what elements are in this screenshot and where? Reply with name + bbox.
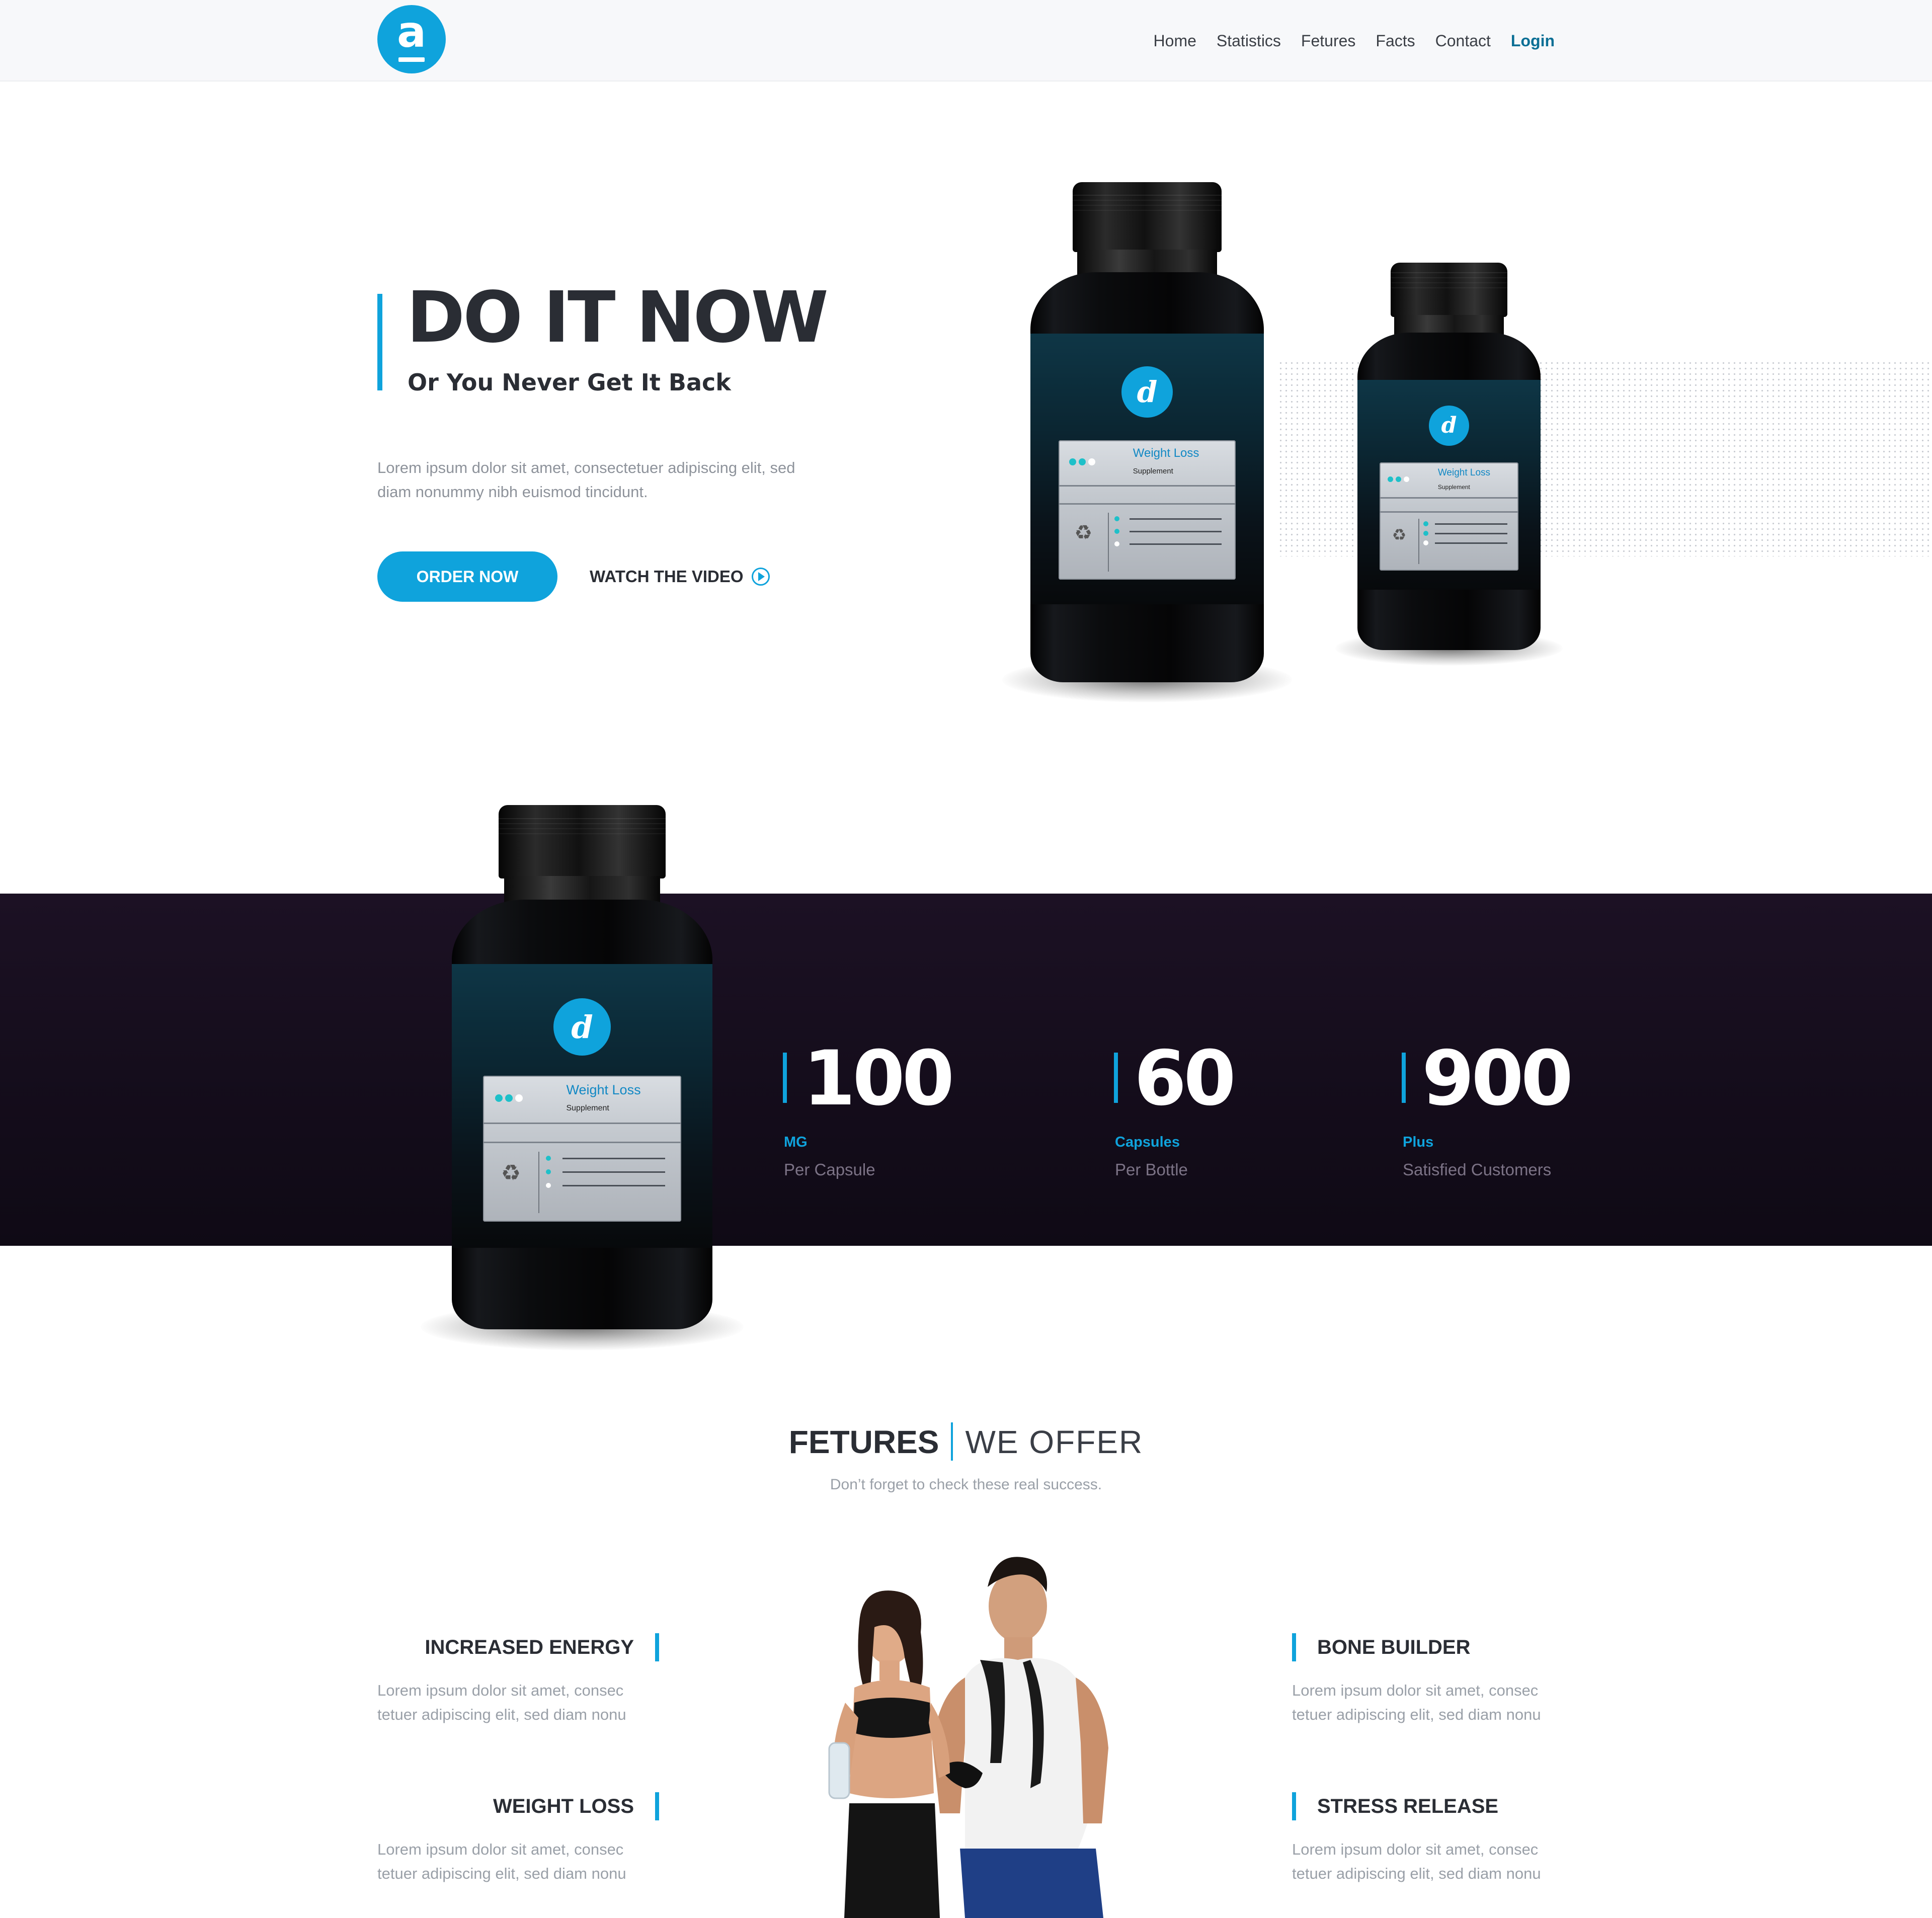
bottle-cap [1072, 182, 1222, 253]
couple-illustration [828, 1557, 1108, 1918]
product-bottle-large: d Weight Loss Supplement ♻ [1002, 182, 1292, 702]
features-heading: FETURES WE OFFER [0, 1421, 1932, 1464]
watch-video-link[interactable]: WATCH THE VIDEO [590, 564, 770, 590]
bottle-body: d Weight Loss Supplement ♻ [1357, 332, 1541, 650]
stat-accent-bar [783, 1053, 787, 1103]
nav-contact[interactable]: Contact [1435, 32, 1491, 50]
nav-statistics[interactable]: Statistics [1217, 32, 1281, 50]
label-bullets [1423, 521, 1508, 545]
label-product-name: Weight Loss [1133, 446, 1199, 460]
feature-item: STRESS RELEASE Lorem ipsum dolor sit ame… [1292, 1792, 1574, 1886]
hero-title: DO IT NOW [407, 277, 829, 359]
bottle-body: d Weight Loss Supplement ♻ [452, 899, 712, 1329]
feature-description: Lorem ipsum dolor sit amet, consec tetue… [377, 1841, 626, 1882]
feature-description: Lorem ipsum dolor sit amet, consec tetue… [377, 1682, 626, 1723]
feature-description: Lorem ipsum dolor sit amet, consec tetue… [1292, 1682, 1541, 1723]
stat-description: Per Bottle [1115, 1160, 1188, 1179]
logo[interactable]: a [377, 5, 446, 73]
feature-title: INCREASED ENERGY [425, 1636, 634, 1658]
play-icon [751, 568, 770, 586]
heading-divider [951, 1422, 953, 1461]
bottle-label: Weight Loss Supplement ♻ [1379, 462, 1519, 571]
stat-value: 60 [1134, 1035, 1236, 1123]
product-bottle-stats: d Weight Loss Supplement ♻ [420, 805, 744, 1350]
main-nav: Home Statistics Fetures Facts Contact Lo… [1154, 28, 1555, 53]
recycle-icon: ♻ [501, 1160, 521, 1186]
product-bottle-small: d Weight Loss Supplement ♻ [1335, 263, 1563, 666]
stat-unit: MG [784, 1134, 808, 1150]
feature-accent-bar [1292, 1792, 1296, 1820]
fitness-couple-image [814, 1552, 1118, 1918]
label-product-type: Supplement [1437, 483, 1470, 491]
hero-description: Lorem ipsum dolor sit amet, consectetuer… [377, 459, 795, 501]
feature-title: STRESS RELEASE [1317, 1795, 1499, 1817]
hero-subtitle: Or You Never Get It Back [408, 369, 731, 396]
feature-description: Lorem ipsum dolor sit amet, consec tetue… [1292, 1841, 1541, 1882]
label-product-name: Weight Loss [1437, 467, 1491, 478]
stat-description: Satisfied Customers [1403, 1160, 1552, 1179]
logo-underline [398, 57, 425, 62]
feature-item: BONE BUILDER Lorem ipsum dolor sit amet,… [1292, 1633, 1574, 1727]
recycle-icon: ♻ [1074, 521, 1093, 544]
stat-description: Per Capsule [784, 1160, 875, 1179]
stat-accent-bar [1114, 1053, 1118, 1103]
feature-title: BONE BUILDER [1317, 1636, 1471, 1658]
recycle-icon: ♻ [1392, 525, 1407, 544]
feature-title: WEIGHT LOSS [493, 1795, 634, 1817]
watch-video-label: WATCH THE VIDEO [590, 567, 744, 586]
label-product-type: Supplement [566, 1103, 609, 1112]
feature-item: WEIGHT LOSS Lorem ipsum dolor sit amet, … [377, 1792, 659, 1886]
feature-accent-bar [1292, 1633, 1296, 1661]
stat-accent-bar [1402, 1053, 1406, 1103]
feature-item: INCREASED ENERGY Lorem ipsum dolor sit a… [377, 1633, 659, 1727]
label-bullets [545, 1155, 666, 1188]
stat-value: 100 [803, 1035, 954, 1123]
features-title-bold: FETURES [788, 1424, 939, 1460]
bottle-badge-icon: d [553, 998, 611, 1056]
stat-unit: Capsules [1115, 1134, 1180, 1150]
label-product-name: Weight Loss [566, 1082, 641, 1097]
label-product-type: Supplement [1133, 467, 1173, 476]
site-header [0, 0, 1932, 82]
stats-section [0, 894, 1932, 1246]
bottle-badge-icon: d [1121, 366, 1173, 418]
bottle-label: Weight Loss Supplement ♻ [483, 1075, 681, 1222]
feature-accent-bar [655, 1792, 659, 1820]
order-now-button[interactable]: ORDER NOW [377, 551, 557, 602]
logo-letter: a [396, 7, 427, 57]
bottle-badge-icon: d [1428, 405, 1470, 446]
nav-facts[interactable]: Facts [1376, 32, 1415, 50]
hero-accent-bar [377, 294, 382, 390]
bottle-label: Weight Loss Supplement ♻ [1058, 440, 1236, 580]
stat-unit: Plus [1403, 1134, 1434, 1150]
bottle-cap [499, 805, 666, 878]
label-bullets [1114, 516, 1222, 547]
features-title-light: WE OFFER [965, 1424, 1144, 1460]
bottle-cap [1390, 263, 1508, 317]
nav-home[interactable]: Home [1154, 32, 1196, 50]
bottle-body: d Weight Loss Supplement ♻ [1030, 272, 1264, 682]
feature-accent-bar [655, 1633, 659, 1661]
stat-value: 900 [1422, 1035, 1573, 1123]
features-tagline: Don’t forget to check these real success… [830, 1476, 1102, 1493]
nav-login[interactable]: Login [1511, 32, 1555, 50]
nav-fetures[interactable]: Fetures [1301, 32, 1355, 50]
